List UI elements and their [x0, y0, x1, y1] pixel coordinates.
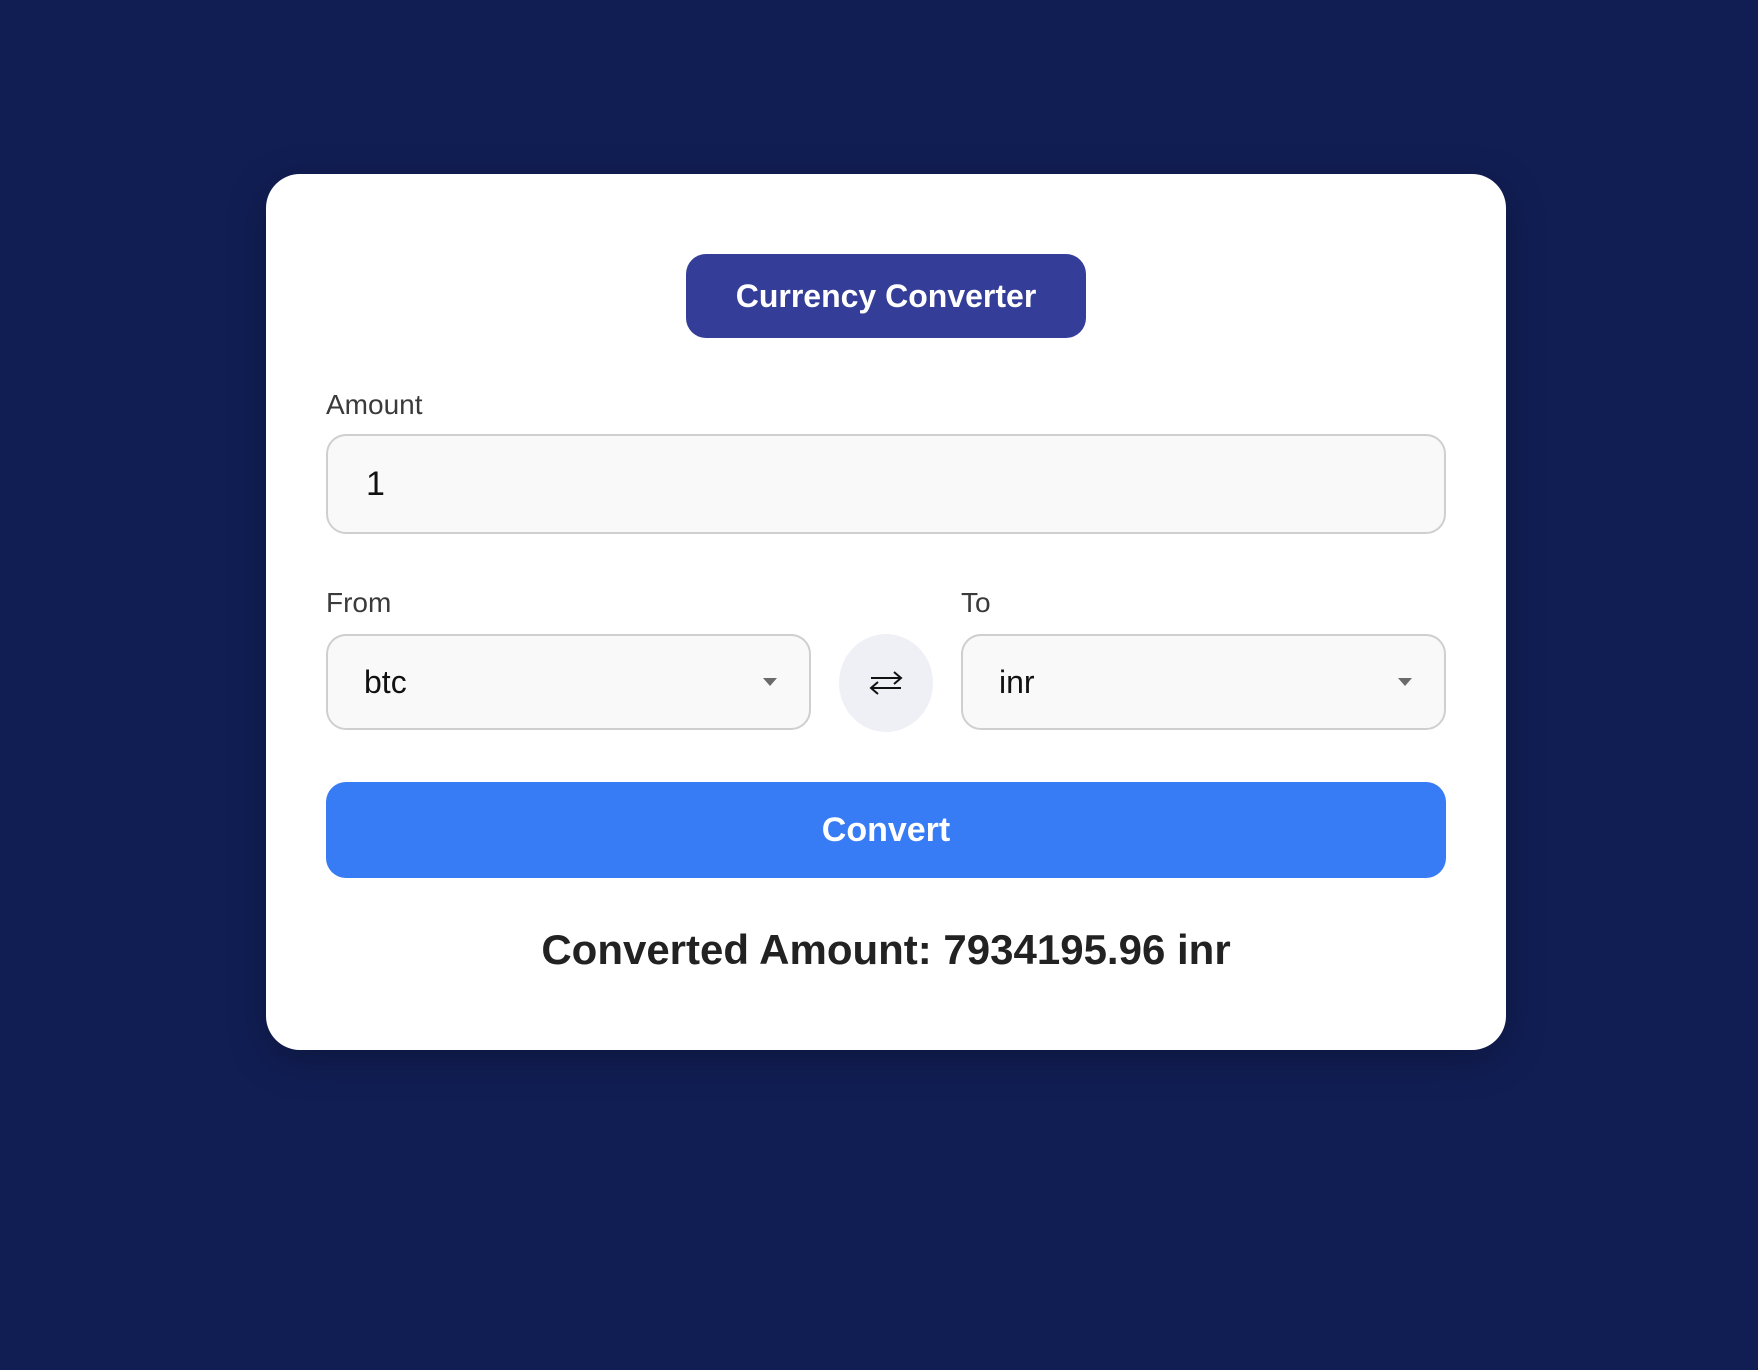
converted-amount-text: Converted Amount: 7934195.96 inr	[541, 926, 1231, 973]
to-currency-select[interactable]: inr	[961, 634, 1446, 730]
amount-input[interactable]	[326, 434, 1446, 534]
amount-label: Amount	[326, 389, 423, 420]
convert-button[interactable]: Convert	[326, 782, 1446, 878]
title-wrapper: Currency Converter	[326, 254, 1446, 338]
from-label: From	[326, 587, 392, 618]
currency-row: From btc To inr	[326, 586, 1446, 732]
swap-wrapper	[811, 634, 961, 732]
chevron-down-icon	[1398, 678, 1412, 686]
from-column: From btc	[326, 586, 811, 730]
converter-card: Currency Converter Amount From btc To	[266, 174, 1506, 1050]
from-currency-value: btc	[364, 663, 407, 700]
to-label: To	[961, 587, 991, 618]
to-column: To inr	[961, 586, 1446, 730]
swap-arrows-icon	[869, 671, 903, 695]
swap-button[interactable]	[839, 634, 933, 732]
to-currency-value: inr	[999, 663, 1035, 700]
from-currency-select[interactable]: btc	[326, 634, 811, 730]
chevron-down-icon	[763, 678, 777, 686]
page-title: Currency Converter	[686, 254, 1086, 338]
